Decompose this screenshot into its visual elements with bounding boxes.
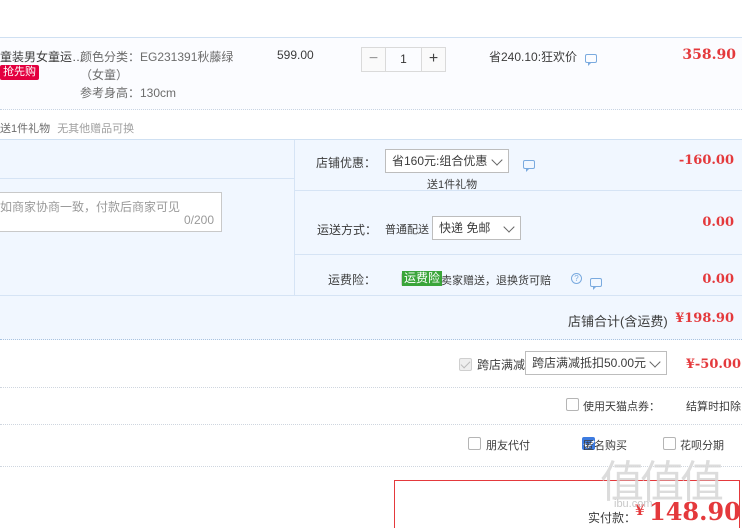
item-title-link[interactable]: 童装男女童运… [0,48,84,65]
buyer-message-input[interactable]: 如商家协商一致，付款后商家可见 0/200 [0,192,222,232]
sku-gender: （女童） [80,68,129,82]
chat-icon[interactable] [523,160,535,172]
divider [0,178,294,179]
friend-pay-checkbox[interactable] [468,437,481,450]
flash-sale-tag: 抢先购 [0,65,39,80]
shipping-method-label: 普通配送 [385,224,429,236]
item-sku-info: 颜色分类：EG231391秋藤绿 （女童） 参考身高：130cm [80,48,233,102]
shop-discount-amount: -160.00 [678,153,734,168]
cross-store-amount: ¥-50.00 [685,357,741,372]
quantity-plus-button[interactable]: + [421,47,446,72]
payment-label: 实付款： [588,511,637,525]
help-icon[interactable]: ? [571,273,582,284]
message-char-counter: 0/200 [183,213,214,227]
divider [295,254,742,255]
insurance-tag: 运费险 [402,271,443,286]
chevron-down-icon [649,356,661,368]
unit-price: 599.00 [277,48,314,62]
shipping-label: 运送方式： [317,223,378,237]
insurance-amount: 0.00 [702,272,734,287]
quantity-minus-button[interactable]: − [361,47,386,72]
coupon-note: 结算时扣除 [686,401,741,413]
sku-color: 颜色分类：EG231391秋藤绿 [80,50,234,64]
divider [0,424,742,425]
gift-info: 送1件礼物 无其他赠品可换 [0,120,134,136]
promotion-text: 省240.10:狂欢价 [489,50,578,64]
divider [0,387,742,388]
chevron-down-icon [491,154,503,166]
coupon-label: 使用天猫点券： [583,401,660,413]
order-item-row: 童装男女童运… 抢先购 颜色分类：EG231391秋藤绿 （女童） 参考身高：1… [0,37,742,110]
item-promotion: 省240.10:狂欢价 [489,48,598,66]
insurance-text: 卖家赠送，退换货可赔 [441,275,551,287]
shop-discount-selected: 省160元:组合优惠 [392,154,488,168]
quantity-stepper: − 1 + [361,47,446,72]
friend-pay-label: 朋友代付 [486,440,530,452]
divider [294,140,295,295]
insurance-label: 运费险： [328,273,377,287]
divider [0,295,742,296]
watermark-url: ibu.com [614,498,653,510]
cross-store-select[interactable]: 跨店满减抵扣50.00元 [525,351,667,375]
cross-store-label: 跨店满减 [477,358,526,372]
coupon-checkbox[interactable] [566,398,579,411]
gift-text: 送1件礼物 [0,123,51,135]
shop-total-amount: ¥198.90 [675,311,734,326]
shipping-method-select[interactable]: 快递 免邮 [432,216,521,240]
chevron-down-icon [503,221,515,233]
shop-discount-select[interactable]: 省160元:组合优惠 [385,149,509,173]
shipping-selected: 快递 免邮 [439,221,491,235]
message-placeholder: 如商家协商一致，付款后商家可见 [0,200,181,214]
sku-height: 参考身高：130cm [80,86,177,100]
chat-icon[interactable] [589,278,602,290]
shipping-amount: 0.00 [702,215,734,230]
item-subtotal: 358.90 [682,47,736,63]
shop-options-panel: 如商家协商一致，付款后商家可见 0/200 店铺优惠： 省160元:组合优惠 送… [0,139,742,340]
shop-gift-note: 送1件礼物 [427,179,478,191]
divider [295,190,742,191]
gift-note: 无其他赠品可换 [57,123,135,135]
cross-store-checkbox[interactable] [459,358,472,371]
shop-discount-label: 店铺优惠： [316,156,377,170]
chat-icon[interactable] [585,54,598,66]
quantity-input[interactable]: 1 [386,47,421,72]
cross-store-selected: 跨店满减抵扣50.00元 [532,356,647,370]
shop-total-label: 店铺合计(含运费) [568,314,668,329]
